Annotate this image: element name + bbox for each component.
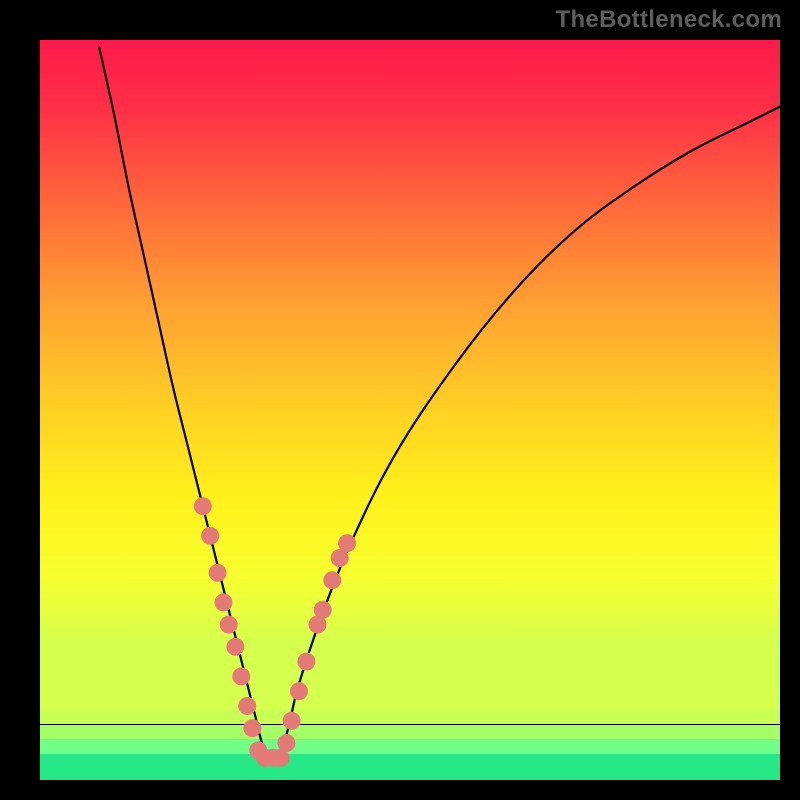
- highlight-dot: [238, 697, 256, 715]
- highlight-dot: [277, 734, 295, 752]
- plot-area: [40, 40, 780, 780]
- watermark-text: TheBottleneck.com: [556, 6, 782, 34]
- highlight-dot: [338, 534, 356, 552]
- highlight-dot: [209, 564, 227, 582]
- curve-layer: [40, 40, 780, 780]
- bottleneck-curve: [99, 47, 780, 759]
- highlight-dot: [226, 638, 244, 656]
- highlight-dot: [215, 593, 233, 611]
- highlight-dot: [194, 497, 212, 515]
- highlight-dot: [232, 667, 250, 685]
- highlight-dot: [290, 682, 308, 700]
- highlight-dot: [283, 712, 301, 730]
- highlight-dot: [323, 571, 341, 589]
- highlight-dot: [314, 601, 332, 619]
- highlight-dot: [243, 719, 261, 737]
- highlight-points: [194, 497, 356, 767]
- highlight-dot: [297, 653, 315, 671]
- highlight-dot: [201, 527, 219, 545]
- chart-frame: TheBottleneck.com: [0, 0, 800, 800]
- highlight-dot: [220, 616, 238, 634]
